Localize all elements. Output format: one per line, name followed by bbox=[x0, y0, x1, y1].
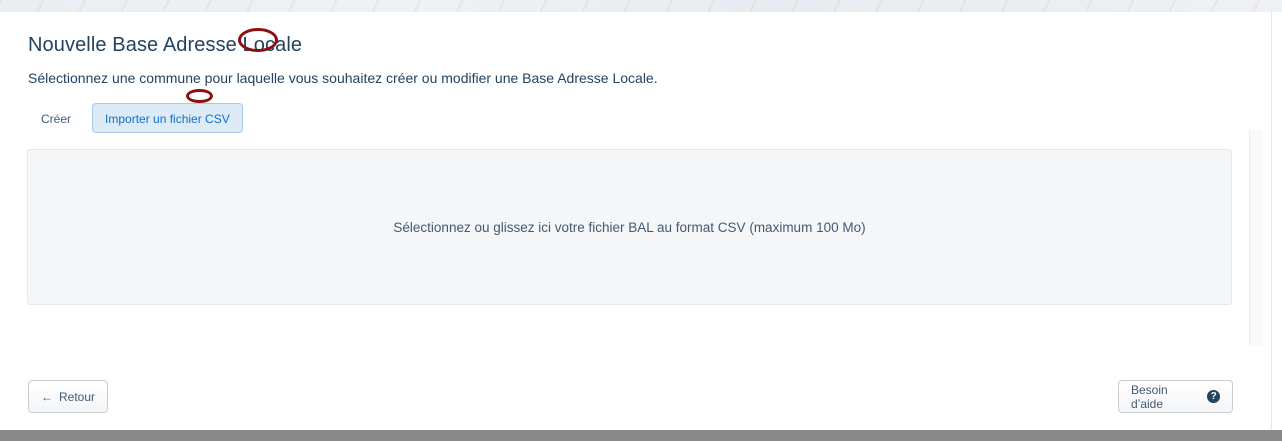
question-circle-icon: ? bbox=[1207, 390, 1220, 403]
bottom-frame-bar bbox=[0, 430, 1282, 441]
annotation-circle-title bbox=[238, 28, 278, 52]
back-button-label: Retour bbox=[59, 389, 96, 404]
dropzone-label: Sélectionnez ou glissez ici votre fichie… bbox=[393, 219, 866, 235]
back-button[interactable]: ← Retour bbox=[28, 380, 109, 413]
help-button[interactable]: Besoin d’aide ? bbox=[1118, 380, 1233, 413]
vertical-scrollbar[interactable] bbox=[1249, 130, 1263, 346]
csv-dropzone[interactable]: Sélectionnez ou glissez ici votre fichie… bbox=[27, 149, 1232, 305]
tab-create[interactable]: Créer bbox=[28, 103, 84, 133]
arrow-left-icon: ← bbox=[41, 389, 53, 404]
tab-bar: Créer Importer un fichier CSV bbox=[28, 103, 243, 133]
annotation-circle-tab bbox=[186, 89, 213, 103]
dialog-subtitle: Sélectionnez une commune pour laquelle v… bbox=[28, 70, 658, 86]
background-map-strip bbox=[0, 0, 1282, 12]
background-map-edge bbox=[1271, 12, 1282, 430]
help-button-label: Besoin d’aide bbox=[1131, 382, 1168, 411]
tab-import-csv[interactable]: Importer un fichier CSV bbox=[92, 103, 243, 133]
new-bal-dialog: Nouvelle Base Adresse Locale Sélectionne… bbox=[8, 12, 1270, 430]
